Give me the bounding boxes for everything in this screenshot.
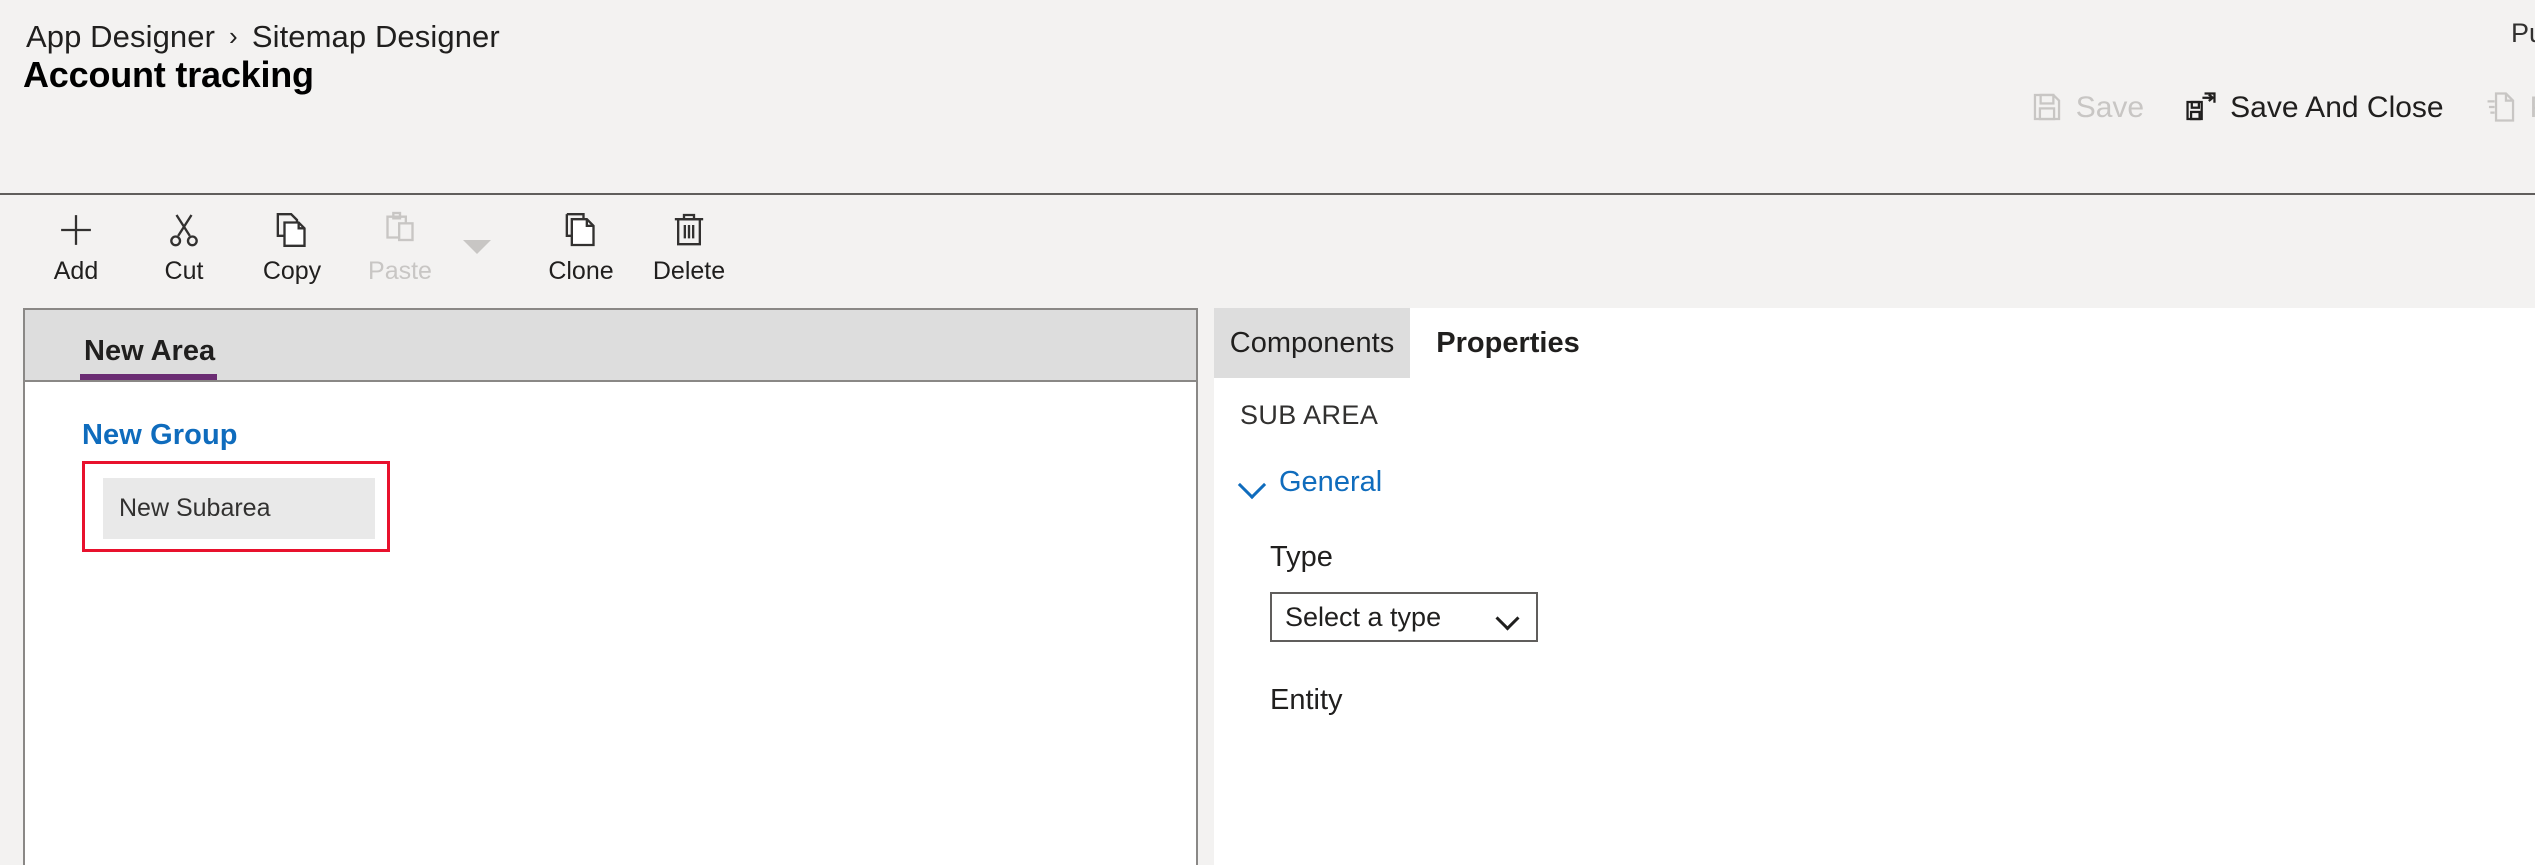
entity-field-label: Entity	[1270, 684, 1343, 716]
save-and-close-button-label: Save And Close	[2230, 90, 2444, 124]
area-tab-new-area[interactable]: New Area	[80, 335, 233, 380]
chevron-down-icon	[1240, 475, 1266, 490]
scissors-icon	[164, 209, 204, 251]
breadcrumb-app-designer[interactable]: App Designer	[26, 19, 215, 55]
save-button[interactable]: Save	[2010, 86, 2164, 128]
copy-button[interactable]: Copy	[238, 209, 346, 284]
publish-status-text: Publ	[2510, 18, 2535, 48]
clone-button[interactable]: Clone	[527, 209, 635, 284]
subarea-item[interactable]: New Subarea	[103, 478, 375, 539]
save-and-close-icon	[2184, 90, 2218, 124]
save-button-label: Save	[2075, 90, 2145, 124]
command-bar: Add Cut Copy Paste Clone Delete	[0, 195, 2535, 308]
paste-button[interactable]: Paste	[346, 209, 454, 284]
publish-icon	[2484, 90, 2518, 124]
add-button[interactable]: Add	[22, 209, 130, 284]
chevron-down-icon	[1498, 610, 1520, 624]
type-select[interactable]: Select a type	[1270, 592, 1538, 642]
canvas-content: New Group New Subarea	[25, 382, 1196, 865]
tab-components-label: Components	[1229, 326, 1395, 359]
copy-button-label: Copy	[262, 257, 322, 285]
trash-icon	[669, 209, 709, 251]
area-tabstrip: New Area	[25, 310, 1196, 382]
clone-icon	[561, 209, 601, 251]
tab-properties-label: Properties	[1436, 326, 1580, 359]
paste-button-label: Paste	[368, 257, 432, 285]
save-and-close-button[interactable]: Save And Close	[2164, 86, 2463, 128]
paste-button-group: Paste	[346, 209, 491, 284]
general-section-label: General	[1279, 466, 1383, 498]
tab-properties[interactable]: Properties	[1410, 308, 1606, 378]
type-select-value: Select a type	[1285, 601, 1442, 632]
chevron-down-icon[interactable]	[463, 239, 491, 254]
chevron-right-icon: ›	[229, 21, 238, 51]
cut-button[interactable]: Cut	[130, 209, 238, 284]
general-section-toggle[interactable]: General	[1240, 466, 2535, 499]
page-title: Account tracking	[23, 54, 314, 95]
delete-button[interactable]: Delete	[635, 209, 743, 284]
area-tab-label: New Area	[84, 335, 216, 367]
copy-icon	[272, 209, 312, 251]
publish-button-label: Pub	[2530, 91, 2535, 124]
area-tab-active-underline	[80, 374, 218, 380]
panel-section-title: SUB AREA	[1240, 400, 1379, 430]
breadcrumb: App Designer › Sitemap Designer	[26, 19, 500, 55]
delete-button-label: Delete	[652, 257, 726, 285]
properties-panel: Components Properties SUB AREA General T…	[1214, 308, 2535, 865]
group-title[interactable]: New Group	[82, 419, 1196, 452]
save-icon	[2030, 90, 2064, 124]
panel-body: SUB AREA General Type Select a type Enti…	[1214, 378, 2535, 865]
panel-tabstrip: Components Properties	[1214, 308, 2535, 378]
publish-button[interactable]: Pub	[2464, 86, 2535, 128]
clipboard-icon	[380, 209, 420, 251]
sitemap-canvas: New Area New Group New Subarea	[23, 308, 1198, 865]
breadcrumb-sitemap-designer[interactable]: Sitemap Designer	[252, 19, 500, 55]
add-button-label: Add	[53, 257, 99, 285]
subarea-item-label: New Subarea	[119, 494, 271, 522]
cut-button-label: Cut	[164, 257, 204, 285]
type-field-label: Type	[1270, 541, 1333, 573]
header-action-bar: Save Save And Close	[2010, 86, 2535, 128]
app-header: App Designer › Sitemap Designer Account …	[0, 0, 2535, 195]
clone-button-label: Clone	[548, 257, 614, 285]
tab-components[interactable]: Components	[1214, 308, 1410, 378]
subarea-selection-outline: New Subarea	[82, 461, 390, 552]
plus-icon	[55, 209, 97, 251]
designer-body: New Area New Group New Subarea Component…	[0, 308, 2535, 865]
